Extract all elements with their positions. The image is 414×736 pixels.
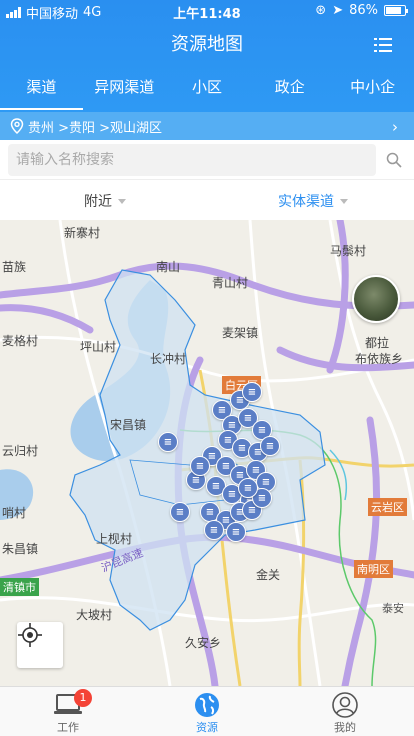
channel-marker[interactable]: ≡ — [158, 432, 178, 452]
map-label: 云归村 — [2, 444, 39, 458]
tabbar-item-mine[interactable]: 我的 — [305, 691, 385, 735]
channel-marker[interactable]: ≡ — [260, 436, 280, 456]
map-label: 苗族 — [2, 260, 27, 274]
battery-icon — [384, 5, 408, 16]
tabbar-item-label: 我的 — [334, 721, 356, 734]
map-view[interactable]: 新寨村 马鬃村 苗族 南山 青山村 麦架镇 坪山村 麦格村 长冲村 都拉 布依族… — [0, 220, 414, 686]
road-label: 泰安 — [382, 602, 404, 615]
tabbar-item-resources[interactable]: 资源 — [167, 691, 247, 735]
location-pin-icon — [10, 118, 24, 134]
map-label: 麦架镇 — [222, 326, 259, 340]
tab-community[interactable]: 小区 — [166, 72, 249, 110]
channel-marker[interactable]: ≡ — [204, 520, 224, 540]
satellite-toggle-button[interactable] — [352, 275, 400, 323]
map-label: 新寨村 — [64, 226, 101, 240]
crosshair-icon — [18, 623, 42, 647]
scope-filter[interactable]: 附近 — [84, 191, 126, 211]
map-label: 上枧村 — [96, 532, 133, 546]
map-label: 久安乡 — [185, 636, 222, 650]
district-tag: 云岩区 — [368, 498, 407, 516]
channel-marker[interactable]: ≡ — [190, 456, 210, 476]
map-label: 青山村 — [212, 276, 249, 290]
page-title: 资源地图 — [171, 34, 243, 55]
lock-rotation-icon: ⊛ — [315, 3, 327, 18]
category-tabs: 渠道 异网渠道 小区 政企 中小企 — [0, 72, 414, 110]
map-label: 都拉 — [365, 336, 390, 350]
search-icon[interactable] — [386, 152, 402, 168]
map-label: 朱昌镇 — [2, 542, 39, 556]
tabbar-item-label: 工作 — [57, 721, 79, 734]
map-label: 布依族乡 — [355, 352, 404, 366]
list-icon[interactable] — [374, 38, 392, 52]
caret-down-icon — [118, 198, 126, 204]
location-arrow-icon: ➤ — [332, 3, 344, 18]
app-header: 中国移动 4G 上午11:48 ⊛ ➤ 86% 资源地图 渠道 异网渠道 小区 … — [0, 0, 414, 140]
globe-icon — [195, 693, 219, 717]
map-label: 金关 — [256, 568, 281, 582]
chevron-right-icon: › — [392, 118, 398, 136]
map-label: 麦格村 — [2, 334, 39, 348]
tab-other-network-channel[interactable]: 异网渠道 — [83, 72, 166, 110]
map-label: 大坡村 — [76, 608, 113, 622]
locate-button[interactable] — [17, 622, 63, 668]
breadcrumb[interactable]: 贵州 >贵阳 >观山湖区 › — [0, 112, 414, 140]
channel-type-filter-label: 实体渠道 — [278, 194, 334, 210]
search-bar — [0, 140, 414, 180]
channel-marker[interactable]: ≡ — [226, 522, 246, 542]
notification-badge: 1 — [74, 689, 92, 707]
tab-sme[interactable]: 中小企 — [331, 72, 414, 110]
map-label: 哨村 — [2, 506, 27, 520]
filter-bar: 附近 实体渠道 — [0, 180, 414, 220]
tabbar-item-label: 资源 — [196, 721, 218, 734]
map-label: 坪山村 — [80, 340, 117, 354]
bottom-tab-bar: 1 工作 资源 我的 — [0, 686, 414, 736]
map-label: 南山 — [156, 260, 181, 274]
battery-percent: 86% — [349, 3, 378, 18]
map-label: 宋昌镇 — [110, 418, 147, 432]
search-input[interactable] — [8, 144, 376, 176]
map-label: 长冲村 — [150, 352, 187, 366]
district-tag: 南明区 — [354, 560, 393, 578]
district-tag: 清镇市 — [0, 578, 39, 596]
tab-channel[interactable]: 渠道 — [0, 72, 83, 110]
map-label: 马鬃村 — [330, 244, 367, 258]
scope-filter-label: 附近 — [84, 194, 112, 210]
tabbar-item-work[interactable]: 1 工作 — [28, 689, 108, 735]
channel-marker[interactable]: ≡ — [238, 478, 258, 498]
breadcrumb-text: 贵州 >贵阳 >观山湖区 — [28, 120, 163, 136]
user-icon — [332, 692, 358, 718]
status-bar: 中国移动 4G 上午11:48 ⊛ ➤ 86% — [0, 0, 414, 22]
channel-marker[interactable]: ≡ — [170, 502, 190, 522]
channel-marker[interactable]: ≡ — [242, 382, 262, 402]
tab-government-enterprise[interactable]: 政企 — [248, 72, 331, 110]
caret-down-icon — [340, 198, 348, 204]
channel-type-filter[interactable]: 实体渠道 — [278, 191, 348, 211]
